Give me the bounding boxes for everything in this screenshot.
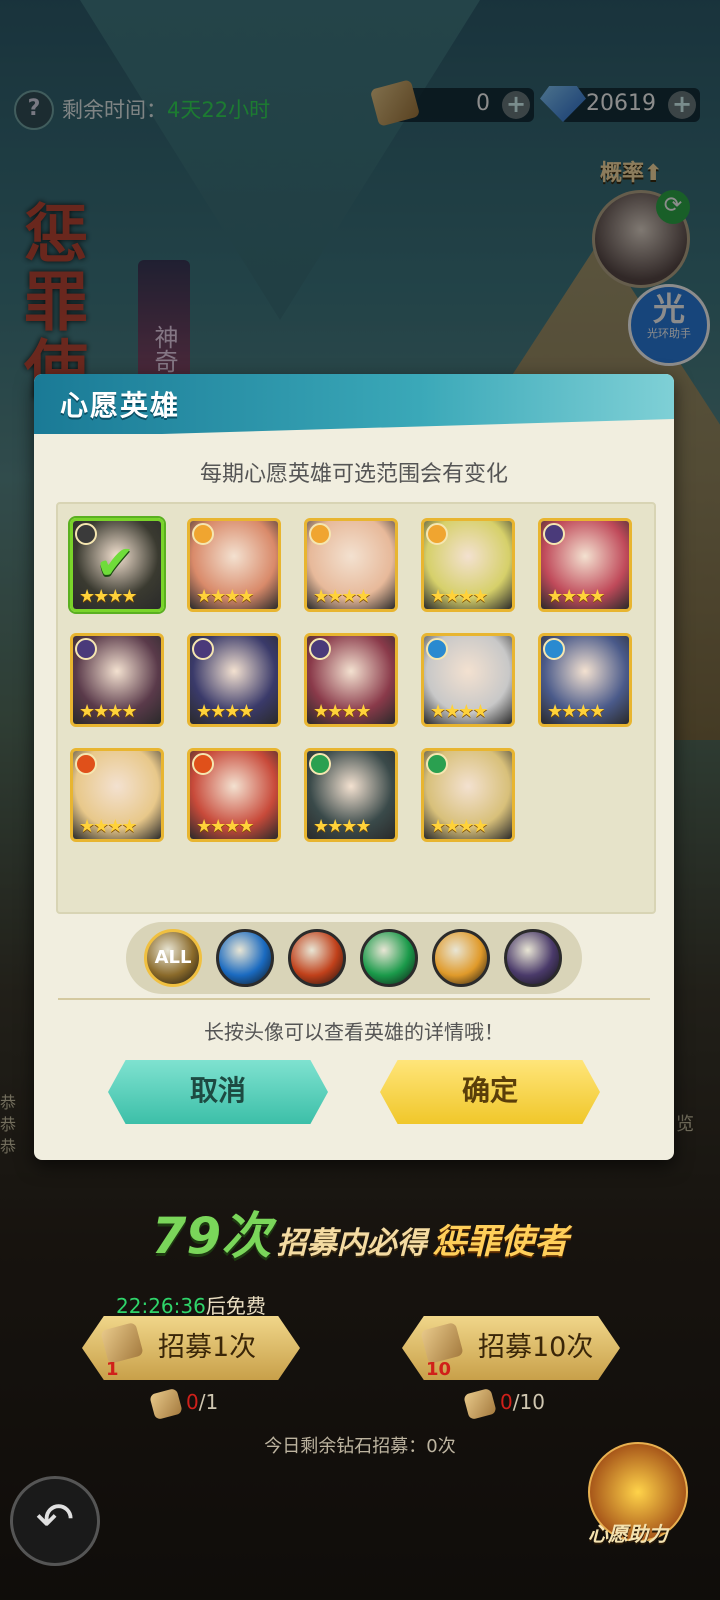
dark-faction-icon xyxy=(75,523,97,545)
hero-card[interactable]: ★★★★ xyxy=(187,748,281,842)
star-rating: ★★★★ xyxy=(430,816,489,837)
owned-count: 0 xyxy=(500,1390,513,1414)
required-count: /10 xyxy=(512,1390,545,1414)
wind-faction-icon xyxy=(309,753,331,775)
recruit-10-owned: 0/10 xyxy=(463,1387,545,1420)
fire-faction-icon xyxy=(75,753,97,775)
check-icon: ✔ xyxy=(95,535,136,591)
void-faction-icon xyxy=(75,638,97,660)
star-rating: ★★★★ xyxy=(79,816,138,837)
confirm-button[interactable]: 确定 xyxy=(380,1060,600,1124)
back-arrow-icon[interactable]: ↶ xyxy=(10,1476,100,1566)
scroll-icon xyxy=(463,1387,497,1420)
divider xyxy=(58,998,650,1000)
star-rating: ★★★★ xyxy=(196,701,255,722)
star-rating: ★★★★ xyxy=(313,586,372,607)
hero-card[interactable]: ★★★★ xyxy=(187,633,281,727)
scroll-icon xyxy=(149,1387,183,1420)
wish-help-label[interactable]: 心愿助力 xyxy=(588,1518,668,1547)
free-timer-suffix: 后免费 xyxy=(205,1294,266,1318)
recruit-1-owned: 0/1 xyxy=(149,1387,219,1420)
filter-water-icon[interactable] xyxy=(216,929,274,987)
star-rating: ★★★★ xyxy=(313,701,372,722)
star-rating: ★★★★ xyxy=(430,701,489,722)
recruit-10-button[interactable]: 10 招募10次 xyxy=(402,1316,620,1380)
guarantee-count: 79次 xyxy=(151,1207,272,1265)
light-faction-icon xyxy=(192,523,214,545)
long-press-hint: 长按头像可以查看英雄的详情哦！ xyxy=(204,1020,504,1044)
owned-count: 0 xyxy=(186,1390,199,1414)
wind-faction-icon xyxy=(426,753,448,775)
hero-card[interactable]: ★★★★ xyxy=(304,518,398,612)
filter-fire-icon[interactable] xyxy=(288,929,346,987)
hero-card[interactable]: ★★★★ xyxy=(421,633,515,727)
void-faction-icon xyxy=(309,638,331,660)
hero-card[interactable]: ★★★★ xyxy=(538,518,632,612)
filter-wind-icon[interactable] xyxy=(360,929,418,987)
wish-hero-dialog: 心愿英雄 每期心愿英雄可选范围会有变化 ★★★★ ✔ ★★★★ ★★★★ ★★★★ ★★★… xyxy=(34,374,674,1160)
void-faction-icon xyxy=(543,523,565,545)
guarantee-text: 招募内必得 xyxy=(276,1226,427,1261)
star-rating: ★★★★ xyxy=(313,816,372,837)
hero-card[interactable]: ★★★★ xyxy=(70,748,164,842)
dialog-title: 心愿英雄 xyxy=(60,389,181,422)
filter-all-button[interactable]: ALL xyxy=(144,929,202,987)
hero-card[interactable]: ★★★★ xyxy=(187,518,281,612)
hero-card[interactable]: ★★★★ xyxy=(304,633,398,727)
filter-void-icon[interactable] xyxy=(504,929,562,987)
fire-faction-icon xyxy=(192,753,214,775)
star-rating: ★★★★ xyxy=(430,586,489,607)
hero-card[interactable]: ★★★★ ✔ xyxy=(70,518,164,612)
hero-grid: ★★★★ ✔ ★★★★ ★★★★ ★★★★ ★★★★ ★★★★ ★★★★ ★★★★ ★★★★ ★★★… xyxy=(56,502,656,914)
star-rating: ★★★★ xyxy=(547,701,606,722)
hero-card[interactable]: ★★★★ xyxy=(70,633,164,727)
light-faction-icon xyxy=(309,523,331,545)
guarantee-banner: 79次 招募内必得 惩罪使者 xyxy=(0,1196,720,1268)
water-faction-icon xyxy=(426,638,448,660)
star-rating: ★★★★ xyxy=(196,586,255,607)
filter-light-icon[interactable] xyxy=(432,929,490,987)
recruit-10-label: 招募10次 xyxy=(478,1332,594,1363)
recruit-1-label: 招募1次 xyxy=(158,1332,257,1363)
dialog-subtitle: 每期心愿英雄可选范围会有变化 xyxy=(199,462,508,487)
guarantee-hero: 惩罪使者 xyxy=(432,1222,569,1262)
recruit-1-button[interactable]: 1 招募1次 xyxy=(82,1316,300,1380)
free-timer: 22:26:36后免费 xyxy=(116,1290,266,1319)
star-rating: ★★★★ xyxy=(79,701,138,722)
hero-card[interactable]: ★★★★ xyxy=(304,748,398,842)
star-rating: ★★★★ xyxy=(196,816,255,837)
hero-card[interactable]: ★★★★ xyxy=(421,748,515,842)
water-faction-icon xyxy=(543,638,565,660)
void-faction-icon xyxy=(192,638,214,660)
star-rating: ★★★★ xyxy=(547,586,606,607)
cancel-button[interactable]: 取消 xyxy=(108,1060,328,1124)
required-count: /1 xyxy=(198,1390,219,1414)
free-timer-value: 22:26:36 xyxy=(116,1294,206,1318)
light-faction-icon xyxy=(426,523,448,545)
hero-card[interactable]: ★★★★ xyxy=(538,633,632,727)
faction-filter-bar: ALL xyxy=(126,922,582,994)
hero-card[interactable]: ★★★★ xyxy=(421,518,515,612)
